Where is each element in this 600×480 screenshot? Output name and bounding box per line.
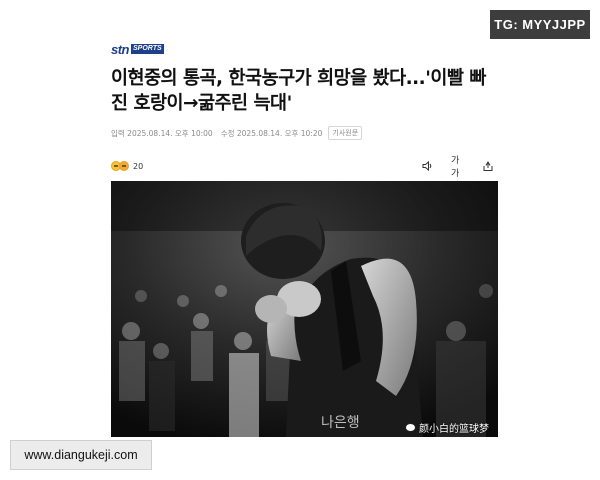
speaker-icon[interactable]: [421, 159, 435, 173]
photo-watermark: 颜小白的篮球梦: [405, 420, 489, 435]
article-headline: 이현중의 통곡, 한국농구가 희망을 봤다...'이빨 빠진 호랑이→굶주린 늑…: [111, 68, 486, 114]
telegram-watermark: TG: MYYJJPP: [490, 10, 590, 39]
jersey-text: 나은행: [321, 415, 360, 431]
site-url-watermark: www.diangukeji.com: [10, 440, 152, 470]
published-time: 입력 2025.08.14. 오후 10:00: [111, 128, 213, 138]
article-actions: 20 가가: [111, 155, 501, 179]
share-icon[interactable]: [481, 159, 495, 173]
logo-stn-text: stn: [111, 41, 130, 57]
publisher-logo[interactable]: stn SPORTS: [111, 41, 501, 57]
surprised-emoji-icon: [119, 161, 129, 171]
original-article-link[interactable]: 기사원문: [328, 126, 363, 140]
font-size-button[interactable]: 가가: [451, 156, 465, 179]
article-header: stn SPORTS 이현중의 통곡, 한국농구가 희망을 봤다...'이빨 빠…: [111, 40, 501, 179]
article-photo: 나은행: [111, 181, 498, 437]
reaction-button[interactable]: 20: [111, 161, 143, 171]
logo-sports-text: SPORTS: [131, 44, 164, 54]
basketball-player-photo: 나은행: [111, 181, 498, 437]
article-toolbar: 가가: [421, 156, 495, 179]
reaction-count: 20: [133, 161, 144, 171]
watermark-text: 颜小白的篮球梦: [419, 424, 489, 435]
weibo-icon: [405, 423, 416, 432]
modified-time: 수정 2025.08.14. 오후 10:20: [220, 128, 323, 138]
article-meta: 입력 2025.08.14. 오후 10:00 수정 2025.08.14. 오…: [111, 126, 501, 140]
